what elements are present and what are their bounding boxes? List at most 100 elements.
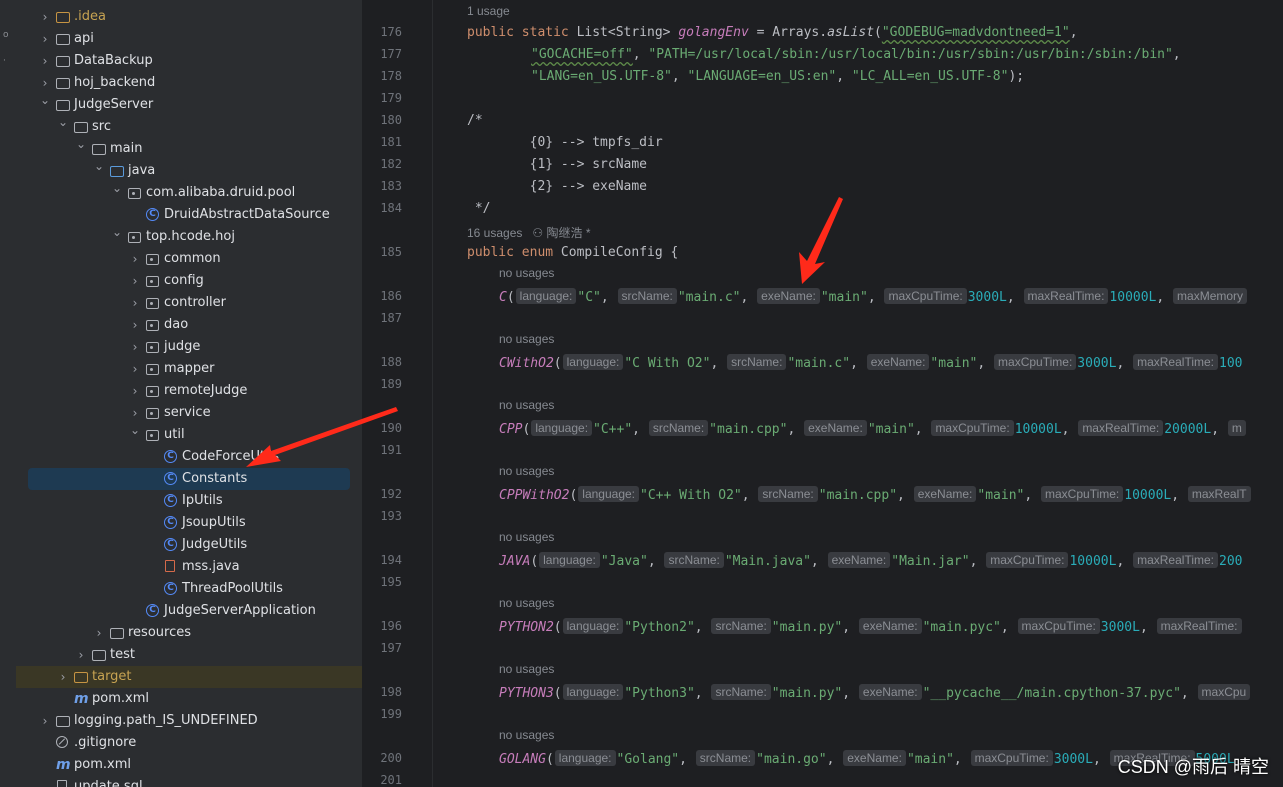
chevron-down-icon[interactable]: ⌄ xyxy=(130,419,140,441)
tree-item[interactable]: › judge xyxy=(16,336,362,358)
package-icon xyxy=(146,428,160,442)
chevron-down-icon[interactable]: ⌄ xyxy=(76,133,86,155)
tree-item[interactable]: › dao xyxy=(16,314,362,336)
tree-item-label: api xyxy=(74,31,94,46)
tree-item[interactable]: › test xyxy=(16,644,362,666)
chevron-right-icon[interactable]: › xyxy=(94,622,104,644)
chevron-right-icon[interactable]: › xyxy=(40,50,50,72)
tree-item[interactable]: ⌄ top.hcode.hoj xyxy=(16,225,362,248)
tree-item[interactable]: m pom.xml xyxy=(16,688,362,710)
folder-icon xyxy=(56,54,70,68)
tree-item[interactable]: C IpUtils xyxy=(16,490,362,512)
parameter-hint: maxCpuTime: xyxy=(884,288,967,304)
usage-hint[interactable]: no usages xyxy=(499,530,554,544)
tree-item[interactable]: › logging.path_IS_UNDEFINED xyxy=(16,710,362,732)
toolbar-dot-icon[interactable]: · xyxy=(3,56,6,66)
author-name[interactable]: 陶继浩 * xyxy=(547,226,591,240)
package-icon xyxy=(146,340,160,354)
code-token: , xyxy=(1069,25,1078,40)
tree-item[interactable]: ⌄ java xyxy=(16,159,362,182)
parameter-hint: language: xyxy=(515,288,577,304)
toolbar-dot-icon[interactable]: o xyxy=(3,30,9,40)
chevron-right-icon[interactable]: › xyxy=(130,270,140,292)
tree-item[interactable]: update.sql xyxy=(16,776,362,787)
enum-constant[interactable]: CWithO2 xyxy=(499,356,554,371)
chevron-right-icon[interactable]: › xyxy=(40,6,50,28)
enum-constant[interactable]: PYTHON2 xyxy=(499,620,554,635)
usage-hint[interactable]: no usages xyxy=(499,728,554,742)
tree-item[interactable]: C DruidAbstractDataSource xyxy=(16,204,362,226)
parameter-hint: maxCpuTime: xyxy=(994,354,1077,370)
chevron-right-icon[interactable]: › xyxy=(130,336,140,358)
line-number: 197 xyxy=(380,641,402,655)
chevron-right-icon[interactable]: › xyxy=(40,710,50,732)
usage-hint[interactable]: no usages xyxy=(499,464,554,478)
enum-constant[interactable]: C xyxy=(499,290,507,305)
tree-item[interactable]: › target xyxy=(16,666,362,688)
usage-hint[interactable]: no usages xyxy=(499,332,554,346)
tree-item[interactable]: ⌄ main xyxy=(16,137,362,160)
tree-item[interactable]: C JudgeServerApplication xyxy=(16,600,362,622)
line-number: 198 xyxy=(380,685,402,699)
tree-item[interactable]: › service xyxy=(16,402,362,424)
tree-item[interactable]: ⌄ com.alibaba.druid.pool xyxy=(16,181,362,204)
tree-item[interactable]: C CodeForceUtils xyxy=(16,446,362,468)
usage-hint[interactable]: 16 usages ⚇ 陶继浩 * xyxy=(467,224,591,241)
chevron-right-icon[interactable]: › xyxy=(130,292,140,314)
tree-item[interactable]: m pom.xml xyxy=(16,754,362,776)
chevron-right-icon[interactable]: › xyxy=(130,314,140,336)
usage-hint[interactable]: no usages xyxy=(499,662,554,676)
tree-item[interactable]: › resources xyxy=(16,622,362,644)
tree-item[interactable]: C JsoupUtils xyxy=(16,512,362,534)
usage-hint[interactable]: 1 usage xyxy=(467,4,510,18)
chevron-down-icon[interactable]: ⌄ xyxy=(94,155,104,177)
class-icon: C xyxy=(164,494,178,508)
line-number: 191 xyxy=(380,443,402,457)
chevron-right-icon[interactable]: › xyxy=(40,28,50,50)
tree-item[interactable]: ⌄ util xyxy=(16,423,362,446)
tree-item[interactable]: › remoteJudge xyxy=(16,380,362,402)
usage-hint[interactable]: no usages xyxy=(499,398,554,412)
chevron-right-icon[interactable]: › xyxy=(130,248,140,270)
argument-value: "Golang" xyxy=(616,752,680,767)
parameter-hint: maxRealTime: xyxy=(1078,420,1164,436)
usage-hint[interactable]: no usages xyxy=(499,596,554,610)
chevron-right-icon[interactable]: › xyxy=(130,358,140,380)
enum-constant[interactable]: CPP xyxy=(499,422,522,437)
enum-constant[interactable]: CPPWithO2 xyxy=(499,488,569,503)
tree-item[interactable]: C JudgeUtils xyxy=(16,534,362,556)
tree-item[interactable]: mss.java xyxy=(16,556,362,578)
tree-item[interactable]: › controller xyxy=(16,292,362,314)
tree-item[interactable]: C ThreadPoolUtils xyxy=(16,578,362,600)
enum-constant[interactable]: GOLANG xyxy=(499,752,546,767)
chevron-down-icon[interactable]: ⌄ xyxy=(112,177,122,199)
tree-item[interactable]: › mapper xyxy=(16,358,362,380)
tree-item[interactable]: › hoj_backend xyxy=(16,72,362,94)
chevron-down-icon[interactable]: ⌄ xyxy=(40,89,50,111)
tree-item-label: CodeForceUtils xyxy=(182,449,280,464)
usage-hint[interactable]: no usages xyxy=(499,266,554,280)
argument-value: 3000L xyxy=(1100,620,1140,635)
tree-item[interactable]: › api xyxy=(16,28,362,50)
enum-constant[interactable]: PYTHON3 xyxy=(499,686,554,701)
tree-item[interactable]: › DataBackup xyxy=(16,50,362,72)
chevron-down-icon[interactable]: ⌄ xyxy=(112,221,122,243)
chevron-right-icon[interactable]: › xyxy=(58,666,68,688)
chevron-down-icon[interactable]: ⌄ xyxy=(58,111,68,133)
chevron-right-icon[interactable]: › xyxy=(130,380,140,402)
tree-item[interactable]: › common xyxy=(16,248,362,270)
parameter-hint: maxRealTime: xyxy=(1133,354,1218,370)
tree-item[interactable]: ⌄ src xyxy=(16,115,362,138)
usage-count[interactable]: 16 usages xyxy=(467,226,522,240)
code-editor[interactable]: 1 usage public static List<String> golan… xyxy=(433,0,1283,787)
tree-item[interactable]: C Constants xyxy=(28,468,350,490)
tree-item-label: resources xyxy=(128,625,192,640)
argument-value: 3000L xyxy=(967,290,1007,305)
tree-item-label: src xyxy=(92,119,111,134)
chevron-right-icon[interactable]: › xyxy=(76,644,86,666)
tree-item[interactable]: › .idea xyxy=(16,6,362,28)
tree-item[interactable]: › config xyxy=(16,270,362,292)
tree-item-label: remoteJudge xyxy=(164,383,248,398)
enum-constant[interactable]: JAVA xyxy=(499,554,530,569)
tree-item[interactable]: .gitignore xyxy=(16,732,362,754)
